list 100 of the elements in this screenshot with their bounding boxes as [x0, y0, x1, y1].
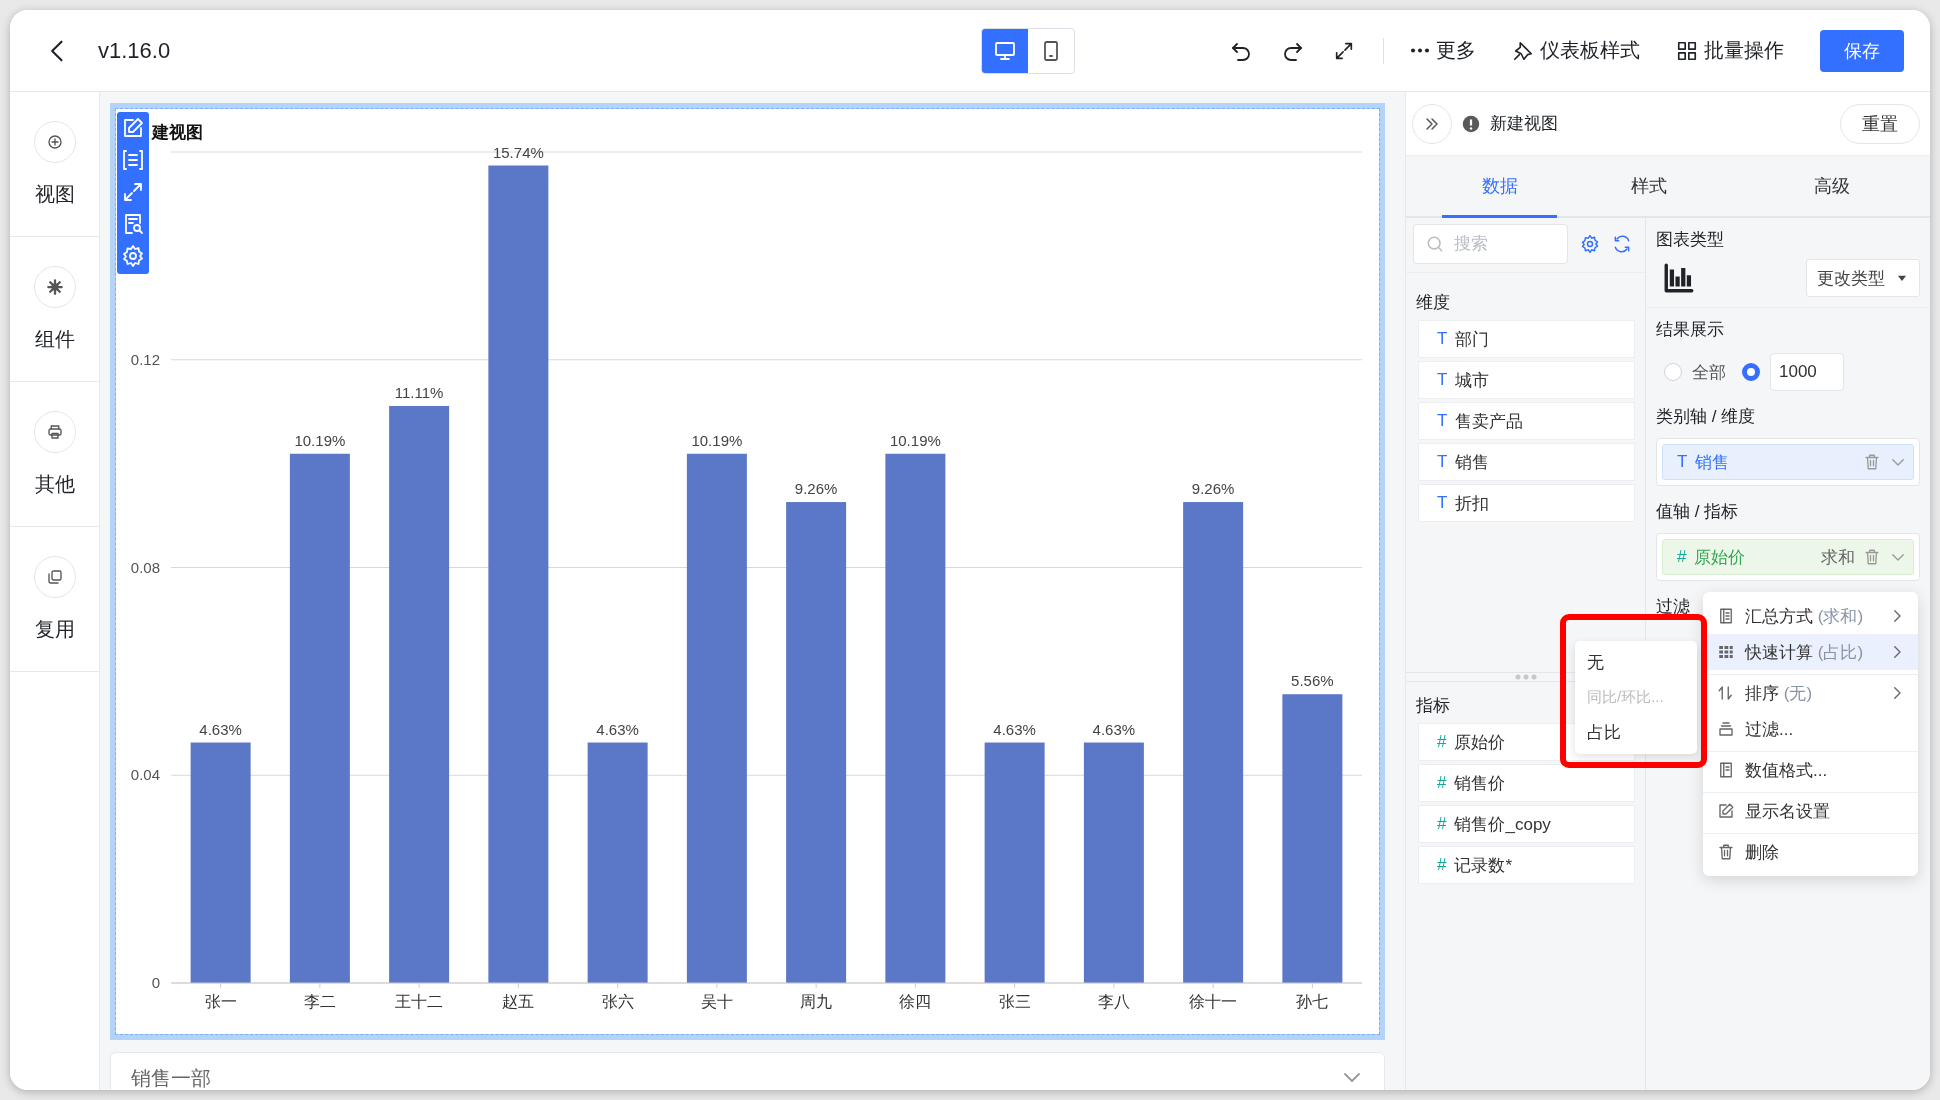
field-type-symbol: T [1437, 329, 1448, 349]
expand-icon[interactable] [121, 180, 145, 204]
refresh-icon[interactable] [1612, 234, 1632, 254]
menu-item-label: 删除 [1745, 841, 1779, 864]
bar-value-label: 4.63% [993, 720, 1036, 738]
field-item[interactable]: T 售卖产品 [1418, 402, 1635, 440]
view-mode-toggle[interactable] [982, 28, 1028, 73]
bar-value-label: 9.26% [794, 480, 838, 498]
field-name: 折扣 [1455, 492, 1490, 515]
edit-icon[interactable] [121, 116, 145, 140]
limit-input[interactable]: 1000 [1770, 353, 1844, 391]
section-heading: 结果展示 [1656, 319, 1724, 341]
bar-value-label: 11.11% [394, 383, 444, 401]
field-item[interactable]: T 销售 [1418, 443, 1635, 481]
field-item[interactable]: T 部门 [1418, 320, 1635, 358]
field-type-symbol: # [1437, 814, 1447, 834]
settings-icon[interactable] [1580, 234, 1600, 254]
field-name: 销售价 [1454, 772, 1506, 795]
search-field[interactable]: 搜索 [1413, 224, 1568, 264]
menu-item[interactable]: 排序 (无) [1703, 674, 1918, 711]
menu-item[interactable]: 过滤... [1703, 711, 1918, 747]
field-type-symbol: T [1437, 370, 1448, 390]
sidebar-item[interactable]: 视图 [34, 180, 75, 208]
reset-button[interactable]: 重置 [1840, 103, 1920, 144]
field-item[interactable]: # 销售价_copy [1418, 805, 1635, 843]
menu-item-label: 数值格式... [1745, 759, 1828, 782]
field-name: 售卖产品 [1455, 410, 1524, 433]
trash-icon [1717, 843, 1735, 861]
radio-label: 全部 [1692, 361, 1726, 384]
change-type-dropdown[interactable]: 更改类型 [1806, 259, 1920, 297]
more-icon [1410, 48, 1430, 53]
field-type-symbol: # [1437, 773, 1447, 793]
measure-chip[interactable]: # 原始价 求和 [1662, 539, 1914, 575]
trash-icon[interactable] [1863, 453, 1881, 471]
save-button[interactable]: 保存 [1820, 29, 1904, 72]
tab[interactable]: 样式 [1557, 156, 1741, 218]
panel-title: 新建视图 [1490, 113, 1558, 135]
grid-icon [1676, 39, 1698, 62]
field-name: 原始价 [1454, 731, 1506, 754]
menu-item[interactable]: 显示名设置 [1703, 792, 1918, 829]
dashboard-title: v1.16.0 [98, 37, 171, 64]
bar-value-label: 10.19% [889, 431, 941, 449]
field-item[interactable]: T 折扣 [1418, 484, 1635, 522]
bar-value-label: 5.56% [1291, 672, 1334, 690]
collapse-button[interactable] [1412, 103, 1452, 144]
settings-icon[interactable] [121, 244, 145, 268]
axis-tick-label: 0 [151, 974, 160, 991]
menu-item-label: 排序 (无) [1745, 682, 1813, 705]
axis-tick-label: 0.08 [130, 558, 160, 576]
field-item[interactable]: T 城市 [1418, 361, 1635, 399]
field-type-symbol: T [1437, 452, 1448, 472]
category-label: 徐十一 [1189, 993, 1238, 1010]
section-heading: 类别轴 / 维度 [1656, 406, 1756, 428]
trash-icon[interactable] [1863, 548, 1881, 566]
batch-button[interactable]: 批量操作 [1676, 37, 1784, 64]
field-name: 部门 [1455, 328, 1490, 351]
drag-handle-icon[interactable] [1513, 674, 1538, 680]
category-label: 张三 [998, 993, 1031, 1010]
more-button[interactable]: 更多 [1410, 37, 1476, 64]
sidebar-item[interactable]: 复用 [34, 615, 75, 643]
bar-value-label: 10.19% [294, 431, 346, 449]
field-name: 城市 [1455, 369, 1490, 392]
field-name: 销售价_copy [1454, 813, 1551, 836]
category-label: 徐四 [899, 993, 932, 1010]
menu-item[interactable]: 删除 [1703, 833, 1918, 870]
field-type-symbol: # [1437, 732, 1447, 752]
radio-button[interactable] [1742, 363, 1760, 381]
pin-icon [1512, 39, 1534, 62]
plus-icon [45, 132, 64, 151]
chart-title: 建视图 [152, 123, 203, 142]
bar-value-label: 4.63% [199, 720, 242, 738]
menu-item[interactable]: 汇总方式 (求和) [1703, 598, 1918, 634]
bar-value-label: 9.26% [1191, 480, 1235, 498]
tray-icon [1717, 720, 1735, 738]
field-type-symbol: T [1437, 411, 1448, 431]
bar-value-label: 10.19% [691, 431, 743, 449]
card-title: 销售一部 [131, 1066, 211, 1090]
tab[interactable]: 数据 [1442, 156, 1557, 218]
menu-item-label: 快速计算 (占比) [1745, 641, 1864, 664]
category-label: 李八 [1097, 993, 1130, 1010]
field-item[interactable]: # 销售价 [1418, 764, 1635, 802]
field-item[interactable]: # 记录数* [1418, 846, 1635, 884]
dashboard-style-button[interactable]: 仪表板样式 [1512, 37, 1640, 64]
tab[interactable]: 高级 [1740, 156, 1924, 218]
category-label: 赵五 [502, 993, 535, 1010]
document-icon [1717, 761, 1735, 779]
table-icon[interactable] [121, 148, 145, 172]
section-heading: 指标 [1415, 695, 1451, 717]
bar-value-label: 4.63% [596, 720, 639, 738]
section-heading: 维度 [1415, 292, 1451, 314]
menu-item-label: 汇总方式 (求和) [1745, 605, 1864, 628]
edit-icon [1717, 802, 1735, 820]
sidebar-item[interactable]: 其他 [34, 470, 75, 498]
menu-item[interactable]: 数值格式... [1703, 751, 1918, 788]
axis-tick-label: 0.12 [130, 350, 160, 368]
category-label: 张六 [601, 993, 634, 1010]
dimension-chip[interactable]: T 销售 [1662, 444, 1914, 480]
submenu-item[interactable]: 无 [1575, 645, 1697, 680]
sidebar-item[interactable]: 组件 [34, 325, 75, 353]
field-name: 销售 [1455, 451, 1490, 474]
